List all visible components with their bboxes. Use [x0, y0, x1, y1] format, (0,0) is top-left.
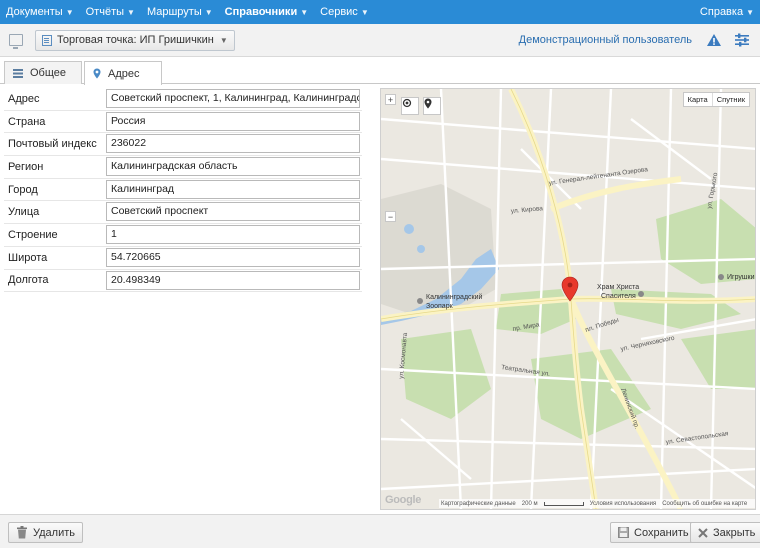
field-label: Почтовый индекс	[8, 138, 97, 151]
trash-icon	[17, 526, 27, 539]
chevron-down-icon: ▼	[360, 7, 369, 17]
nav-item-label: Маршруты	[146, 6, 202, 18]
monitor-icon[interactable]	[9, 34, 23, 49]
form-row-longitude: Долгота 20.498349	[4, 270, 362, 293]
address-form: Адрес Советский проспект, 1, Калининград,…	[4, 88, 362, 293]
chevron-down-icon: ▼	[746, 7, 754, 17]
chevron-down-icon: ▼	[204, 7, 213, 17]
nav-item-label: Документы	[6, 6, 63, 18]
drop-pin-button[interactable]	[423, 97, 441, 115]
street-input[interactable]: Советский проспект	[106, 202, 360, 222]
zoom-out-button[interactable]: −	[385, 211, 396, 222]
field-label: Широта	[8, 251, 48, 264]
nav-item-label: Отчёты	[85, 6, 125, 18]
target-icon	[402, 98, 412, 108]
city-input[interactable]: Калининград	[106, 179, 360, 199]
map-data-label: Картографические данные	[441, 500, 516, 507]
tab-general[interactable]: Общее	[4, 61, 82, 84]
map-report-link[interactable]: Сообщить об ошибке на карте	[662, 501, 747, 507]
map-terms-link[interactable]: Условия использования	[590, 501, 657, 507]
country-input[interactable]: Россия	[106, 111, 360, 131]
postal-code-input[interactable]: 236022	[106, 134, 360, 154]
address-input[interactable]: Советский проспект, 1, Калининград, Кали…	[106, 89, 360, 108]
cathedral-label-line2: Спасителя	[601, 293, 636, 300]
top-nav: Документы ▼ Отчёты ▼ Маршруты ▼ Справочники…	[0, 0, 760, 24]
field-label: Страна	[8, 115, 46, 128]
close-button[interactable]: Закрыть	[690, 522, 760, 543]
nav-item-label: Сервис	[320, 6, 358, 18]
map-type-map[interactable]: Карта	[684, 93, 712, 106]
close-icon	[698, 527, 708, 538]
cathedral-label-line1: Храм Христа	[597, 284, 639, 291]
form-row-country: Страна Россия	[4, 111, 362, 134]
tab-label: Общее	[30, 67, 67, 79]
my-location-button[interactable]	[401, 97, 419, 115]
map-attribution: Картографические данные 200 м Условия ис…	[439, 499, 755, 508]
nav-item-documents[interactable]: Документы ▼	[0, 0, 80, 24]
field-label: Долгота	[8, 274, 49, 287]
map-pin-icon	[93, 68, 101, 79]
nav-item-help[interactable]: Справка ▼	[694, 0, 760, 24]
form-row-address: Адрес Советский проспект, 1, Калининград,…	[4, 88, 362, 111]
form-row-latitude: Широта 54.720665	[4, 247, 362, 270]
field-label: Регион	[8, 160, 44, 173]
nav-item-reports[interactable]: Отчёты ▼	[80, 0, 141, 24]
tab-bar: Общее Адрес	[0, 58, 760, 85]
form-row-region: Регион Калининградская область	[4, 156, 362, 179]
map-scale-bar	[543, 501, 584, 506]
delete-label: Удалить	[33, 526, 75, 539]
current-user-link[interactable]: Демонстрационный пользователь	[519, 34, 692, 46]
warning-icon[interactable]	[706, 33, 722, 47]
outlet-selector[interactable]: Торговая точка: ИП Гришичкин ▼	[35, 29, 235, 51]
form-row-street: Улица Советский проспект	[4, 201, 362, 225]
longitude-input[interactable]: 20.498349	[106, 270, 360, 290]
form-row-postal-code: Почтовый индекс 236022	[4, 133, 362, 157]
map-pin-icon	[424, 98, 432, 109]
tab-address[interactable]: Адрес	[84, 61, 162, 85]
list-icon	[13, 68, 23, 78]
chevron-down-icon: ▼	[300, 7, 309, 17]
save-label: Сохранить	[634, 526, 689, 539]
map-type-satellite[interactable]: Спутник	[711, 93, 749, 106]
zoo-label-line1: Калининградский	[426, 293, 483, 301]
zoom-in-button[interactable]: +	[385, 94, 396, 105]
tab-label: Адрес	[108, 67, 140, 80]
map-canvas[interactable]: ул. Генерал-лейтенанта Озерова пр. Мира …	[381, 89, 756, 510]
map-scale-label: 200 м	[521, 500, 538, 507]
field-label: Город	[8, 183, 38, 196]
chevron-down-icon: ▼	[219, 35, 228, 45]
latitude-input[interactable]: 54.720665	[106, 247, 360, 267]
outlet-label: Торговая точка: ИП Гришичкин	[57, 34, 214, 46]
google-logo: Google	[385, 494, 422, 506]
nav-item-service[interactable]: Сервис ▼	[314, 0, 375, 24]
delete-button[interactable]: Удалить	[8, 522, 83, 543]
field-label: Улица	[8, 206, 40, 219]
map-view[interactable]: ул. Генерал-лейтенанта Озерова пр. Мира …	[380, 88, 756, 510]
chevron-down-icon: ▼	[65, 7, 74, 17]
region-input[interactable]: Калининградская область	[106, 157, 360, 177]
nav-item-label: Справочники	[224, 6, 298, 18]
field-label: Адрес	[8, 92, 40, 105]
close-label: Закрыть	[713, 526, 756, 539]
toolbar: Торговая точка: ИП Гришичкин ▼ Демонстра…	[0, 24, 760, 57]
field-label: Строение	[8, 228, 58, 241]
toys-label: Игрушки	[727, 274, 755, 281]
map-type-switch: Карта Спутник	[682, 92, 750, 107]
document-icon	[42, 34, 52, 46]
nav-item-directories[interactable]: Справочники ▼	[219, 0, 314, 24]
form-row-building: Строение 1	[4, 224, 362, 247]
form-row-city: Город Калининград	[4, 179, 362, 202]
zoo-label-line2: Зоопарк	[426, 303, 454, 310]
nav-item-label: Справка	[699, 6, 744, 18]
save-icon	[618, 527, 629, 538]
nav-item-routes[interactable]: Маршруты ▼	[141, 0, 219, 24]
settings-sliders-icon[interactable]	[734, 33, 750, 47]
building-input[interactable]: 1	[106, 225, 360, 245]
chevron-down-icon: ▼	[127, 7, 135, 17]
save-button[interactable]: Сохранить	[610, 522, 697, 543]
bottom-bar: Удалить Сохранить Закрыть	[0, 514, 760, 548]
